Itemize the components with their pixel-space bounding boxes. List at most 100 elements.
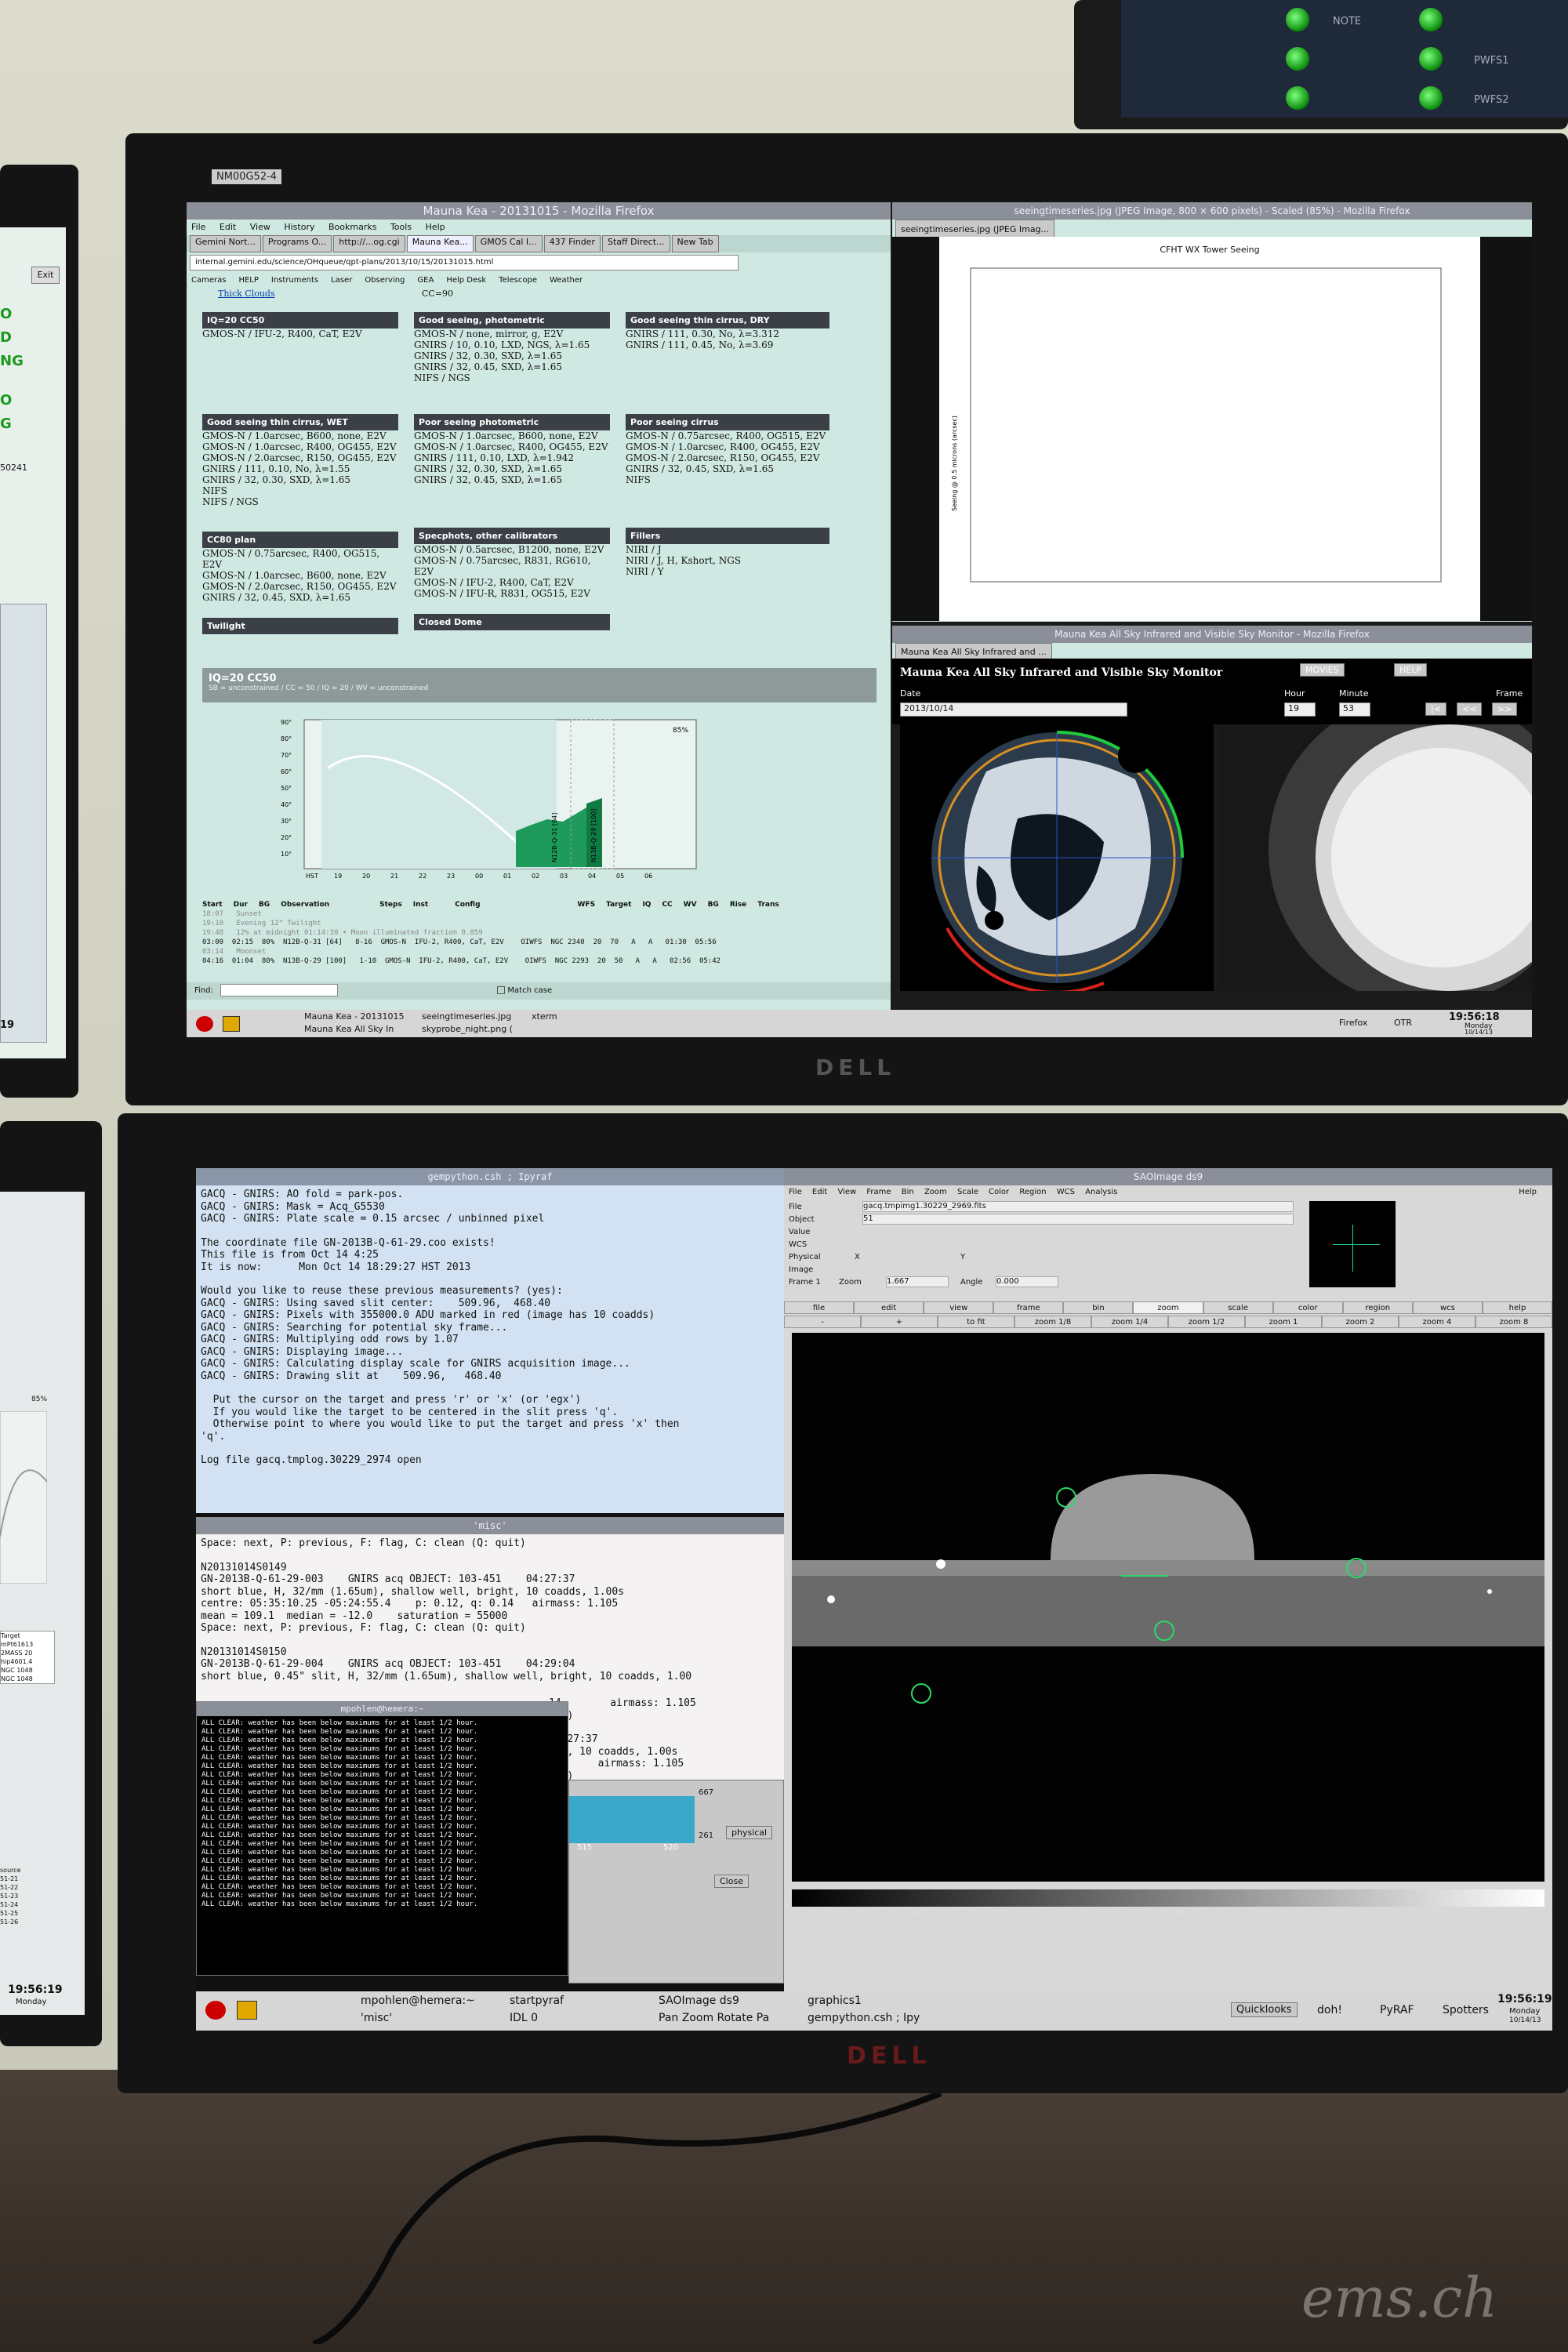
hour-select[interactable]: 19 (1284, 702, 1316, 717)
menu-item[interactable]: Scale (957, 1188, 978, 1196)
table-row[interactable]: 03:00 02:15 80% N12B-Q-31 [64] 8-16 GMOS… (202, 938, 884, 947)
menu-item[interactable]: Bin (902, 1188, 914, 1196)
movies-button[interactable]: MOVIES (1300, 663, 1345, 677)
browser-tab[interactable]: New Tab (671, 235, 719, 252)
menu-item[interactable]: History (284, 222, 314, 232)
ds9-button[interactable]: wcs (1412, 1301, 1483, 1314)
menu-item[interactable]: View (250, 222, 270, 232)
help-button[interactable]: HELP (1394, 663, 1427, 677)
ds9-button[interactable]: zoom (1133, 1301, 1203, 1314)
ds9-button[interactable]: zoom 1/4 (1091, 1316, 1168, 1328)
browser-tab[interactable]: Programs O... (262, 235, 332, 252)
taskbar-item[interactable]: gempython.csh ; Ipy (808, 2012, 920, 2024)
ds9-button[interactable]: zoom 1 (1245, 1316, 1322, 1328)
match-case-checkbox[interactable] (497, 986, 506, 994)
taskbar-item[interactable]: mpohlen@hemera:~ (361, 1994, 475, 2007)
browser-tab[interactable]: Mauna Kea... (406, 235, 474, 252)
bookmark-item[interactable]: HELP (238, 273, 258, 289)
taskbar-item[interactable]: SAOImage ds9 (659, 1994, 739, 2007)
taskbar-item[interactable]: Mauna Kea All Sky In (304, 1024, 394, 1034)
taskbar-item[interactable]: Mauna Kea - 20131015 (304, 1011, 405, 1022)
ds9-button[interactable]: file (784, 1301, 855, 1314)
date-select[interactable]: 2013/10/14 (900, 702, 1127, 717)
menu-item[interactable]: Edit (812, 1188, 827, 1196)
thick-clouds-link[interactable]: Thick Clouds (218, 289, 275, 299)
taskbar-item[interactable]: skyprobe_night.png ( (422, 1024, 513, 1034)
ds9-button[interactable]: help (1482, 1301, 1552, 1314)
menu-item[interactable]: Color (989, 1188, 1009, 1196)
ds9-button[interactable]: - (784, 1316, 861, 1328)
frame-first-button[interactable]: |< (1425, 702, 1446, 716)
colorbar[interactable] (792, 1889, 1544, 1907)
ds9-button[interactable]: region (1342, 1301, 1413, 1314)
tray-item[interactable]: Firefox (1339, 1018, 1367, 1028)
bookmark-item[interactable]: Telescope (499, 273, 537, 289)
ds9-button[interactable]: + (861, 1316, 938, 1328)
taskbar-item[interactable]: seeingtimeseries.jpg (422, 1011, 511, 1022)
menu-item[interactable]: View (837, 1188, 856, 1196)
menu-item[interactable]: Frame (866, 1188, 891, 1196)
bookmark-item[interactable]: GEA (417, 273, 434, 289)
xterm-window[interactable]: mpohlen@hemera:~ ALL CLEAR: weather has … (196, 1701, 568, 1976)
menu-item[interactable]: Zoom (924, 1188, 947, 1196)
menu-item[interactable]: WCS (1057, 1188, 1075, 1196)
bookmark-item[interactable]: Laser (331, 273, 352, 289)
menu-item[interactable]: Tools (390, 222, 412, 232)
redhat-icon[interactable] (196, 1016, 213, 1032)
url-bar[interactable]: internal.gemini.edu/science/OHqueue/qpt-… (190, 255, 739, 270)
ds9-button[interactable]: frame (993, 1301, 1064, 1314)
minute-select[interactable]: 53 (1339, 702, 1370, 717)
tray-item[interactable]: doh! (1317, 2004, 1342, 2016)
menu-item[interactable]: Edit (220, 222, 236, 232)
browser-tab[interactable]: GMOS Cal I... (474, 235, 543, 252)
menu-item[interactable]: Bookmarks (328, 222, 376, 232)
tray-item[interactable]: OTR (1394, 1018, 1412, 1028)
bookmark-item[interactable]: Cameras (191, 273, 226, 289)
ds9-button[interactable]: zoom 2 (1322, 1316, 1399, 1328)
menu-item[interactable]: Help (426, 222, 445, 232)
pyraf-terminal[interactable]: gempython.csh ; Ipyraf GACQ - GNIRS: AO … (196, 1168, 784, 1513)
taskbar-item[interactable]: xterm (532, 1011, 557, 1022)
ds9-button[interactable]: bin (1063, 1301, 1134, 1314)
bookmark-item[interactable]: Instruments (271, 273, 318, 289)
taskbar-item[interactable]: startpyraf (510, 1994, 564, 2007)
bookmark-item[interactable]: Help Desk (446, 273, 486, 289)
menu-item[interactable]: Analysis (1085, 1188, 1117, 1196)
ds9-button[interactable]: to fit (938, 1316, 1014, 1328)
browser-tab[interactable]: Gemini Nort... (190, 235, 261, 252)
ds9-button[interactable]: zoom 1/2 (1168, 1316, 1245, 1328)
ds9-image-canvas[interactable] (792, 1333, 1544, 1882)
browser-tab[interactable]: http://...og.cgi (333, 235, 405, 252)
physical-button[interactable]: physical (726, 1826, 773, 1839)
bookmark-item[interactable]: Weather (550, 273, 583, 289)
ds9-button[interactable]: edit (854, 1301, 924, 1314)
help-menu[interactable]: Help (1519, 1185, 1537, 1200)
ds9-button[interactable]: zoom 1/8 (1014, 1316, 1091, 1328)
tray-item[interactable]: PyRAF (1380, 2004, 1414, 2016)
ds9-button[interactable]: zoom 8 (1475, 1316, 1552, 1328)
browser-tab[interactable]: Staff Direct... (601, 235, 670, 252)
find-input[interactable] (220, 984, 339, 996)
menu-item[interactable]: File (789, 1188, 802, 1196)
bookmark-item[interactable]: Observing (365, 273, 405, 289)
taskbar-item[interactable]: IDL 0 (510, 2012, 538, 2024)
redhat-icon[interactable] (205, 2001, 226, 2020)
menu-item[interactable]: Region (1019, 1188, 1046, 1196)
quicklooks-button[interactable]: Quicklooks (1231, 2002, 1298, 2017)
ds9-button[interactable]: view (924, 1301, 994, 1314)
gnome-icon[interactable] (237, 2001, 257, 2020)
table-row[interactable]: 04:16 01:04 80% N13B-Q-29 [100] 1-10 GMO… (202, 956, 884, 966)
ds9-button[interactable]: scale (1203, 1301, 1273, 1314)
frame-next-button[interactable]: >> (1492, 702, 1518, 716)
close-button[interactable]: Close (714, 1875, 749, 1888)
taskbar-item[interactable]: 'misc' (361, 2012, 392, 2024)
tray-item[interactable]: Spotters (1443, 2004, 1489, 2016)
ds9-button[interactable]: color (1272, 1301, 1343, 1314)
menu-item[interactable]: File (191, 222, 205, 232)
browser-tab[interactable]: 437 Finder (543, 235, 601, 252)
gnome-icon[interactable] (223, 1016, 240, 1032)
taskbar-item[interactable]: Pan Zoom Rotate Pa (659, 2012, 769, 2024)
ds9-button[interactable]: zoom 4 (1399, 1316, 1475, 1328)
taskbar-item[interactable]: graphics1 (808, 1994, 862, 2007)
exit-button[interactable]: Exit (31, 267, 60, 284)
